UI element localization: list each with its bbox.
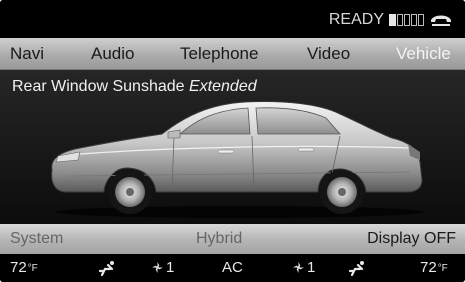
menu-item-video[interactable]: Video (307, 44, 350, 64)
fan-icon (293, 262, 304, 273)
main-menu-bar: Navi Audio Telephone Video Vehicle (0, 38, 465, 70)
airflow-left-icon (98, 260, 116, 280)
climate-status-bar: 72°F 1 AC 1 72°F (0, 254, 465, 282)
fan-icon (152, 262, 163, 273)
right-fan-level: 1 (293, 259, 315, 276)
airflow-right-icon (348, 260, 366, 280)
signal-bars-icon (389, 14, 424, 26)
phone-icon (431, 15, 451, 26)
menu-item-vehicle[interactable]: Vehicle (396, 44, 451, 64)
menu-item-telephone[interactable]: Telephone (180, 44, 258, 64)
status-indicators: READY (329, 10, 453, 30)
left-temperature: 72°F (10, 259, 38, 276)
system-button[interactable]: System (10, 230, 63, 248)
car-side-view-image (51, 101, 425, 218)
status-bar: READY (0, 0, 465, 38)
display-off-button[interactable]: Display OFF (367, 230, 456, 248)
hybrid-button[interactable]: Hybrid (196, 230, 242, 248)
bottom-function-bar: System Hybrid Display OFF (0, 224, 465, 254)
comand-display: READY Navi Audio Telephone Video Vehicle… (0, 0, 465, 282)
vehicle-panel: Rear Window Sunshade Extended (0, 70, 465, 224)
ready-label: READY (328, 11, 384, 28)
right-temperature: 72°F (420, 259, 448, 276)
menu-item-audio[interactable]: Audio (91, 44, 134, 64)
menu-item-navi[interactable]: Navi (10, 44, 44, 64)
ac-indicator[interactable]: AC (222, 259, 243, 276)
left-fan-level: 1 (152, 259, 174, 276)
